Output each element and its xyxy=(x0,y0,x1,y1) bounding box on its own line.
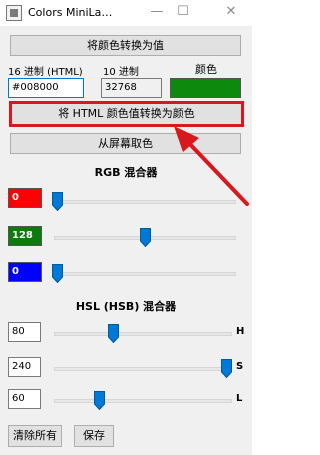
saturation-slider-thumb[interactable] xyxy=(221,359,232,378)
save-button[interactable]: 保存 xyxy=(74,425,114,447)
color-preview-swatch xyxy=(170,78,241,98)
minimize-icon[interactable]: — xyxy=(144,1,170,23)
html-to-color-button[interactable]: 将 HTML 颜色值转换为颜色 xyxy=(9,101,244,127)
lightness-input[interactable]: 60 xyxy=(8,389,41,409)
hex-input[interactable]: #008000 xyxy=(8,78,84,98)
maximize-icon[interactable]: ☐ xyxy=(170,1,196,23)
pick-screen-color-button[interactable]: 从屏幕取色 xyxy=(10,133,241,154)
red-value-field[interactable]: 0 xyxy=(8,188,42,208)
title-bar: Colors MiniLa… — ☐ ✕ xyxy=(0,0,252,26)
saturation-label: S xyxy=(236,361,244,372)
decimal-input[interactable]: 32768 xyxy=(101,78,162,98)
hue-slider-track[interactable] xyxy=(54,332,232,336)
saturation-input[interactable]: 240 xyxy=(8,357,41,377)
lightness-slider-track[interactable] xyxy=(54,399,232,403)
lightness-label: L xyxy=(236,393,243,404)
decimal-label: 10 进制 xyxy=(103,67,139,78)
red-slider-track[interactable] xyxy=(54,200,236,204)
blue-slider-thumb[interactable] xyxy=(52,264,63,283)
color-to-value-button[interactable]: 将颜色转换为值 xyxy=(10,35,241,56)
window-title: Colors MiniLa… xyxy=(28,6,113,19)
lightness-slider-thumb[interactable] xyxy=(94,391,106,410)
blue-slider-track[interactable] xyxy=(54,272,236,276)
green-value-field[interactable]: 128 xyxy=(8,226,42,246)
hue-label: H xyxy=(236,326,245,337)
close-icon[interactable]: ✕ xyxy=(218,1,244,23)
rgb-mixer-header: RGB 混合器 xyxy=(94,166,158,179)
hsl-mixer-header: HSL (HSB) 混合器 xyxy=(75,300,177,313)
color-label: 颜色 xyxy=(195,63,217,76)
green-slider-thumb[interactable] xyxy=(139,228,151,247)
hex-label: 16 进制 (HTML) xyxy=(8,67,83,78)
app-icon xyxy=(6,5,22,21)
red-slider-thumb[interactable] xyxy=(52,192,63,211)
saturation-slider-track[interactable] xyxy=(54,367,232,371)
clear-all-button[interactable]: 清除所有 xyxy=(8,425,62,447)
hue-slider-thumb[interactable] xyxy=(107,324,119,343)
blue-value-field[interactable]: 0 xyxy=(8,262,42,282)
hue-input[interactable]: 80 xyxy=(8,322,41,342)
